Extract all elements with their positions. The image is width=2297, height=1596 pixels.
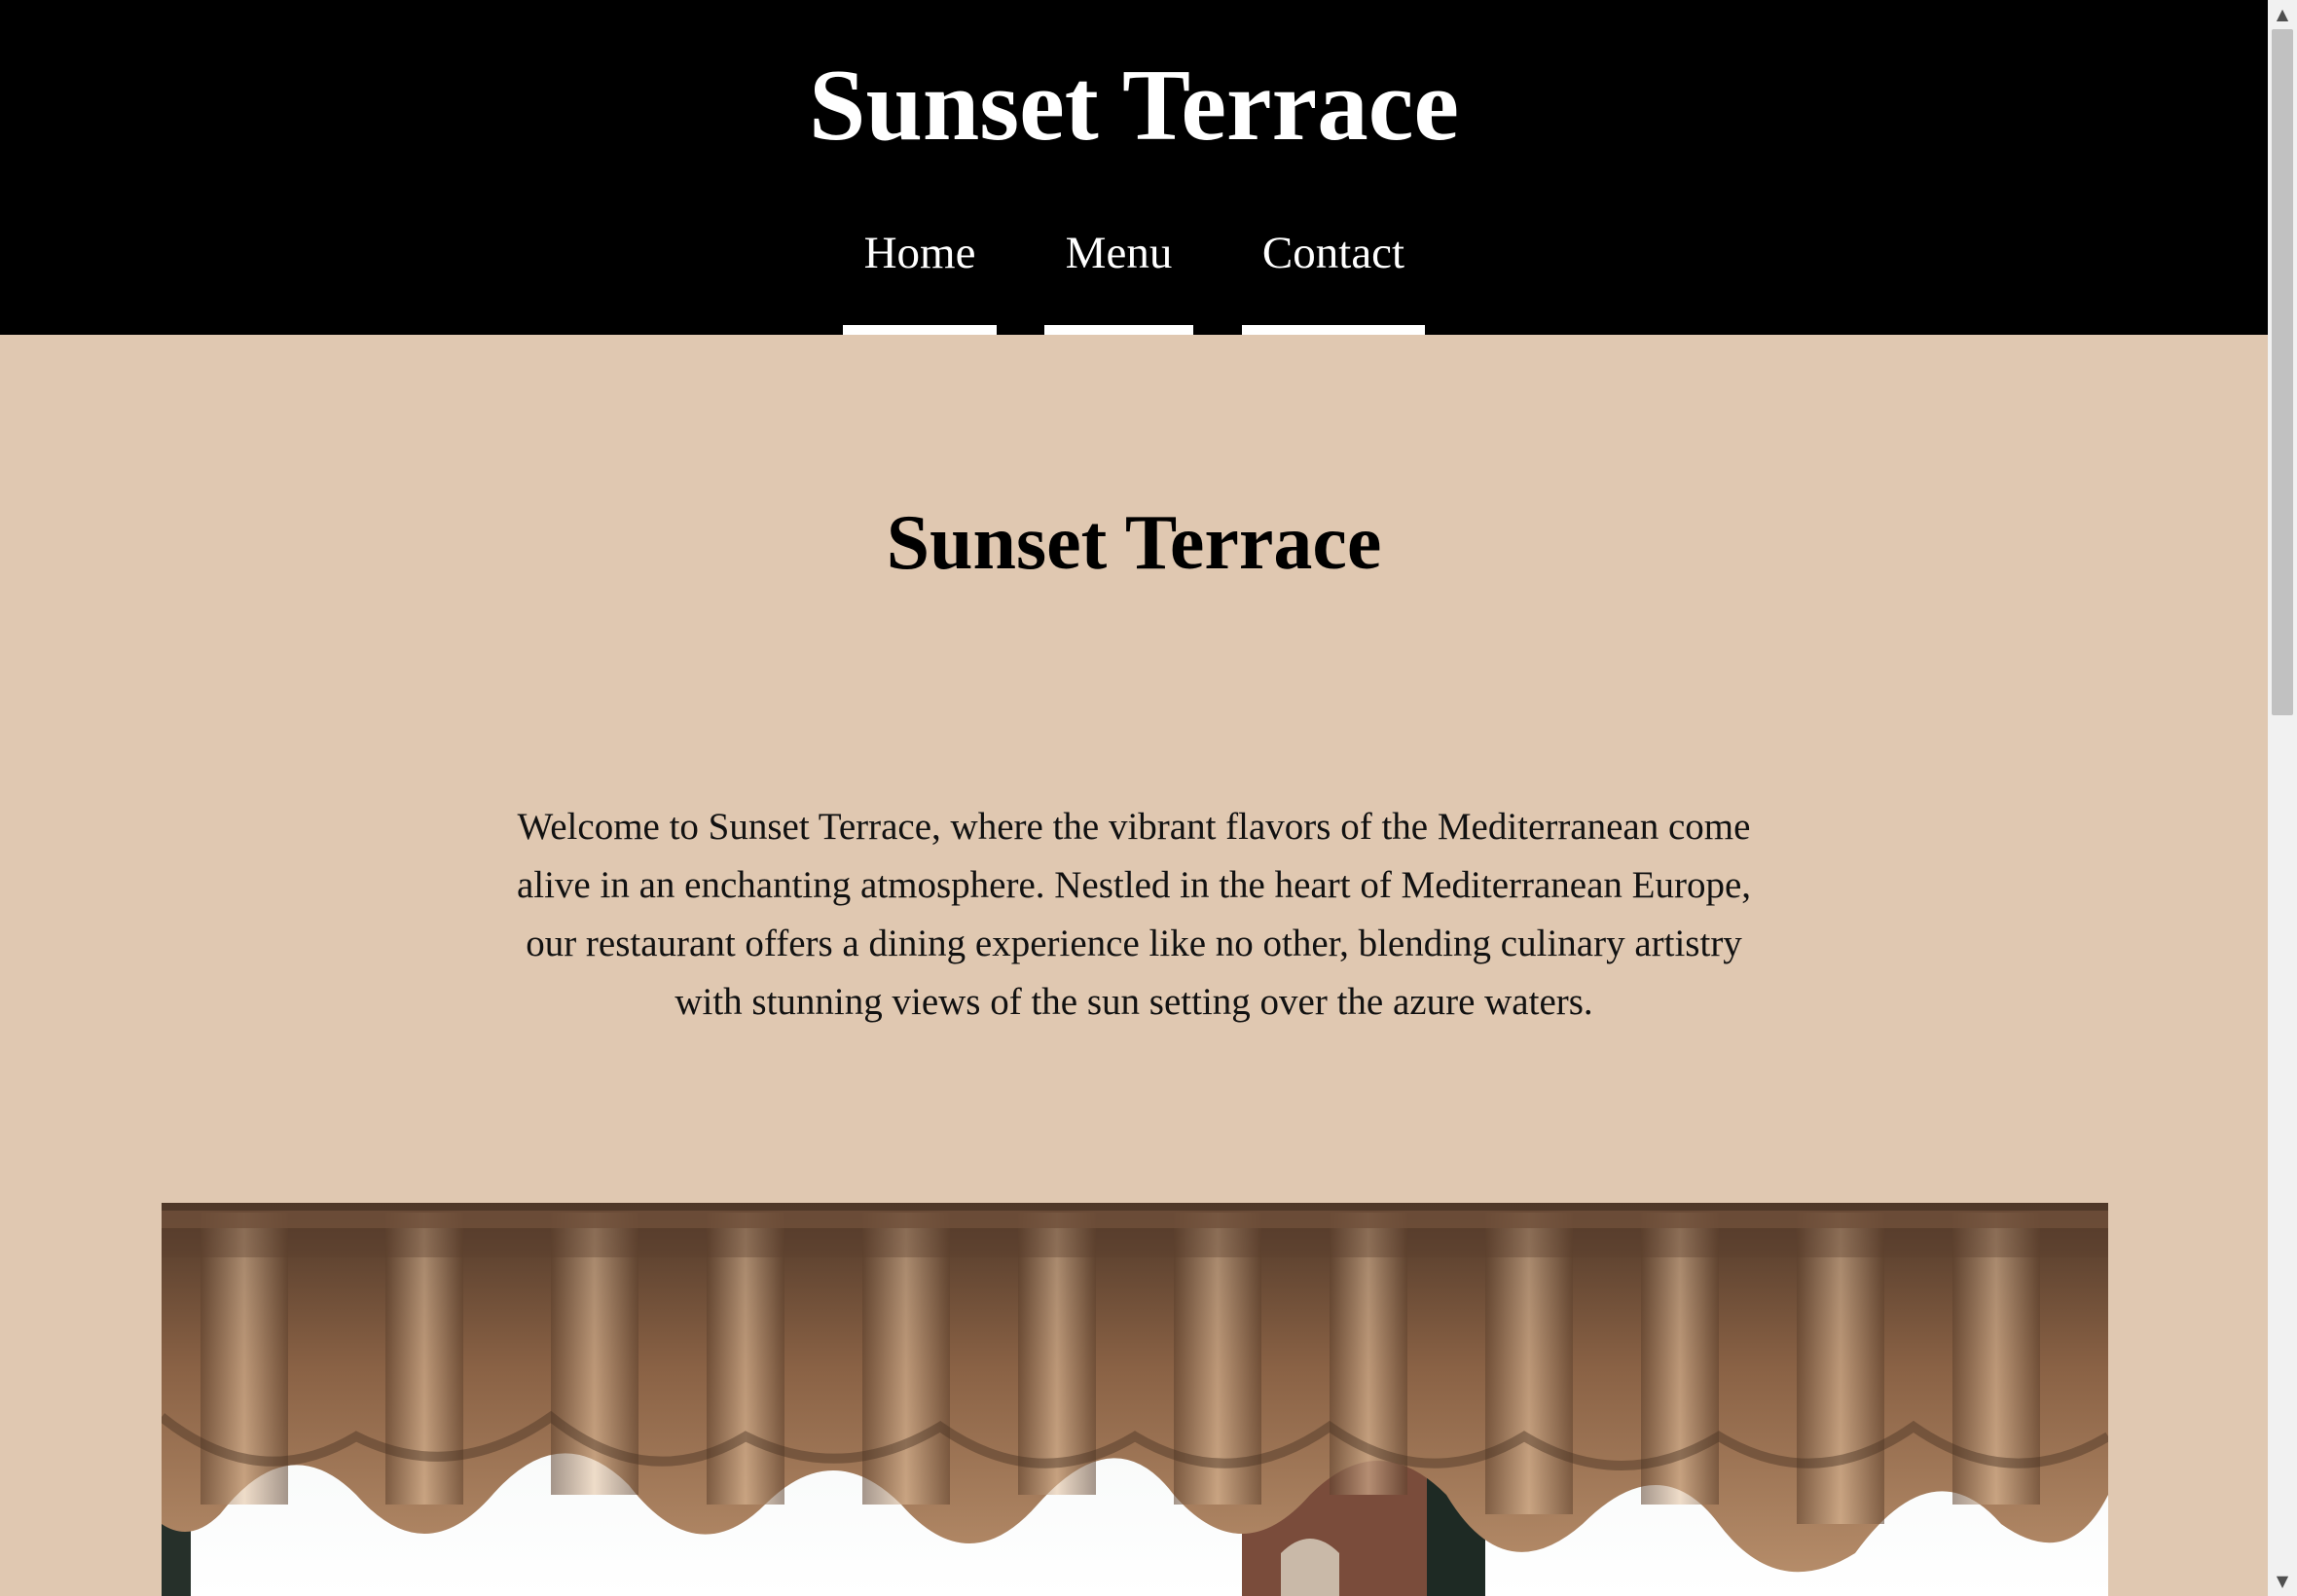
vertical-scrollbar[interactable]: ▲ ▼: [2268, 0, 2297, 1596]
nav-item-menu[interactable]: Menu: [1044, 219, 1193, 335]
nav-underline: [1044, 325, 1193, 335]
scroll-down-arrow-icon[interactable]: ▼: [2268, 1567, 2297, 1596]
site-title: Sunset Terrace: [809, 48, 1459, 162]
nav-item-contact[interactable]: Contact: [1242, 219, 1425, 335]
nav-item-home[interactable]: Home: [843, 219, 997, 335]
nav-item-label: Home: [863, 228, 976, 278]
page: Sunset Terrace Home Menu Contact Sunset …: [0, 0, 2268, 1596]
intro-paragraph: Welcome to Sunset Terrace, where the vib…: [516, 806, 1752, 1023]
nav-underline: [843, 325, 997, 335]
site-header: Sunset Terrace Home Menu Contact: [0, 0, 2268, 335]
nav-item-label: Menu: [1065, 228, 1173, 278]
hero-title: Sunset Terrace: [886, 500, 1382, 586]
scrollbar-thumb[interactable]: [2272, 29, 2293, 715]
nav-underline: [1242, 325, 1425, 335]
scroll-up-arrow-icon[interactable]: ▲: [2268, 0, 2297, 29]
nav-item-label: Contact: [1261, 228, 1405, 278]
curtain-photo: [162, 1203, 2108, 1596]
